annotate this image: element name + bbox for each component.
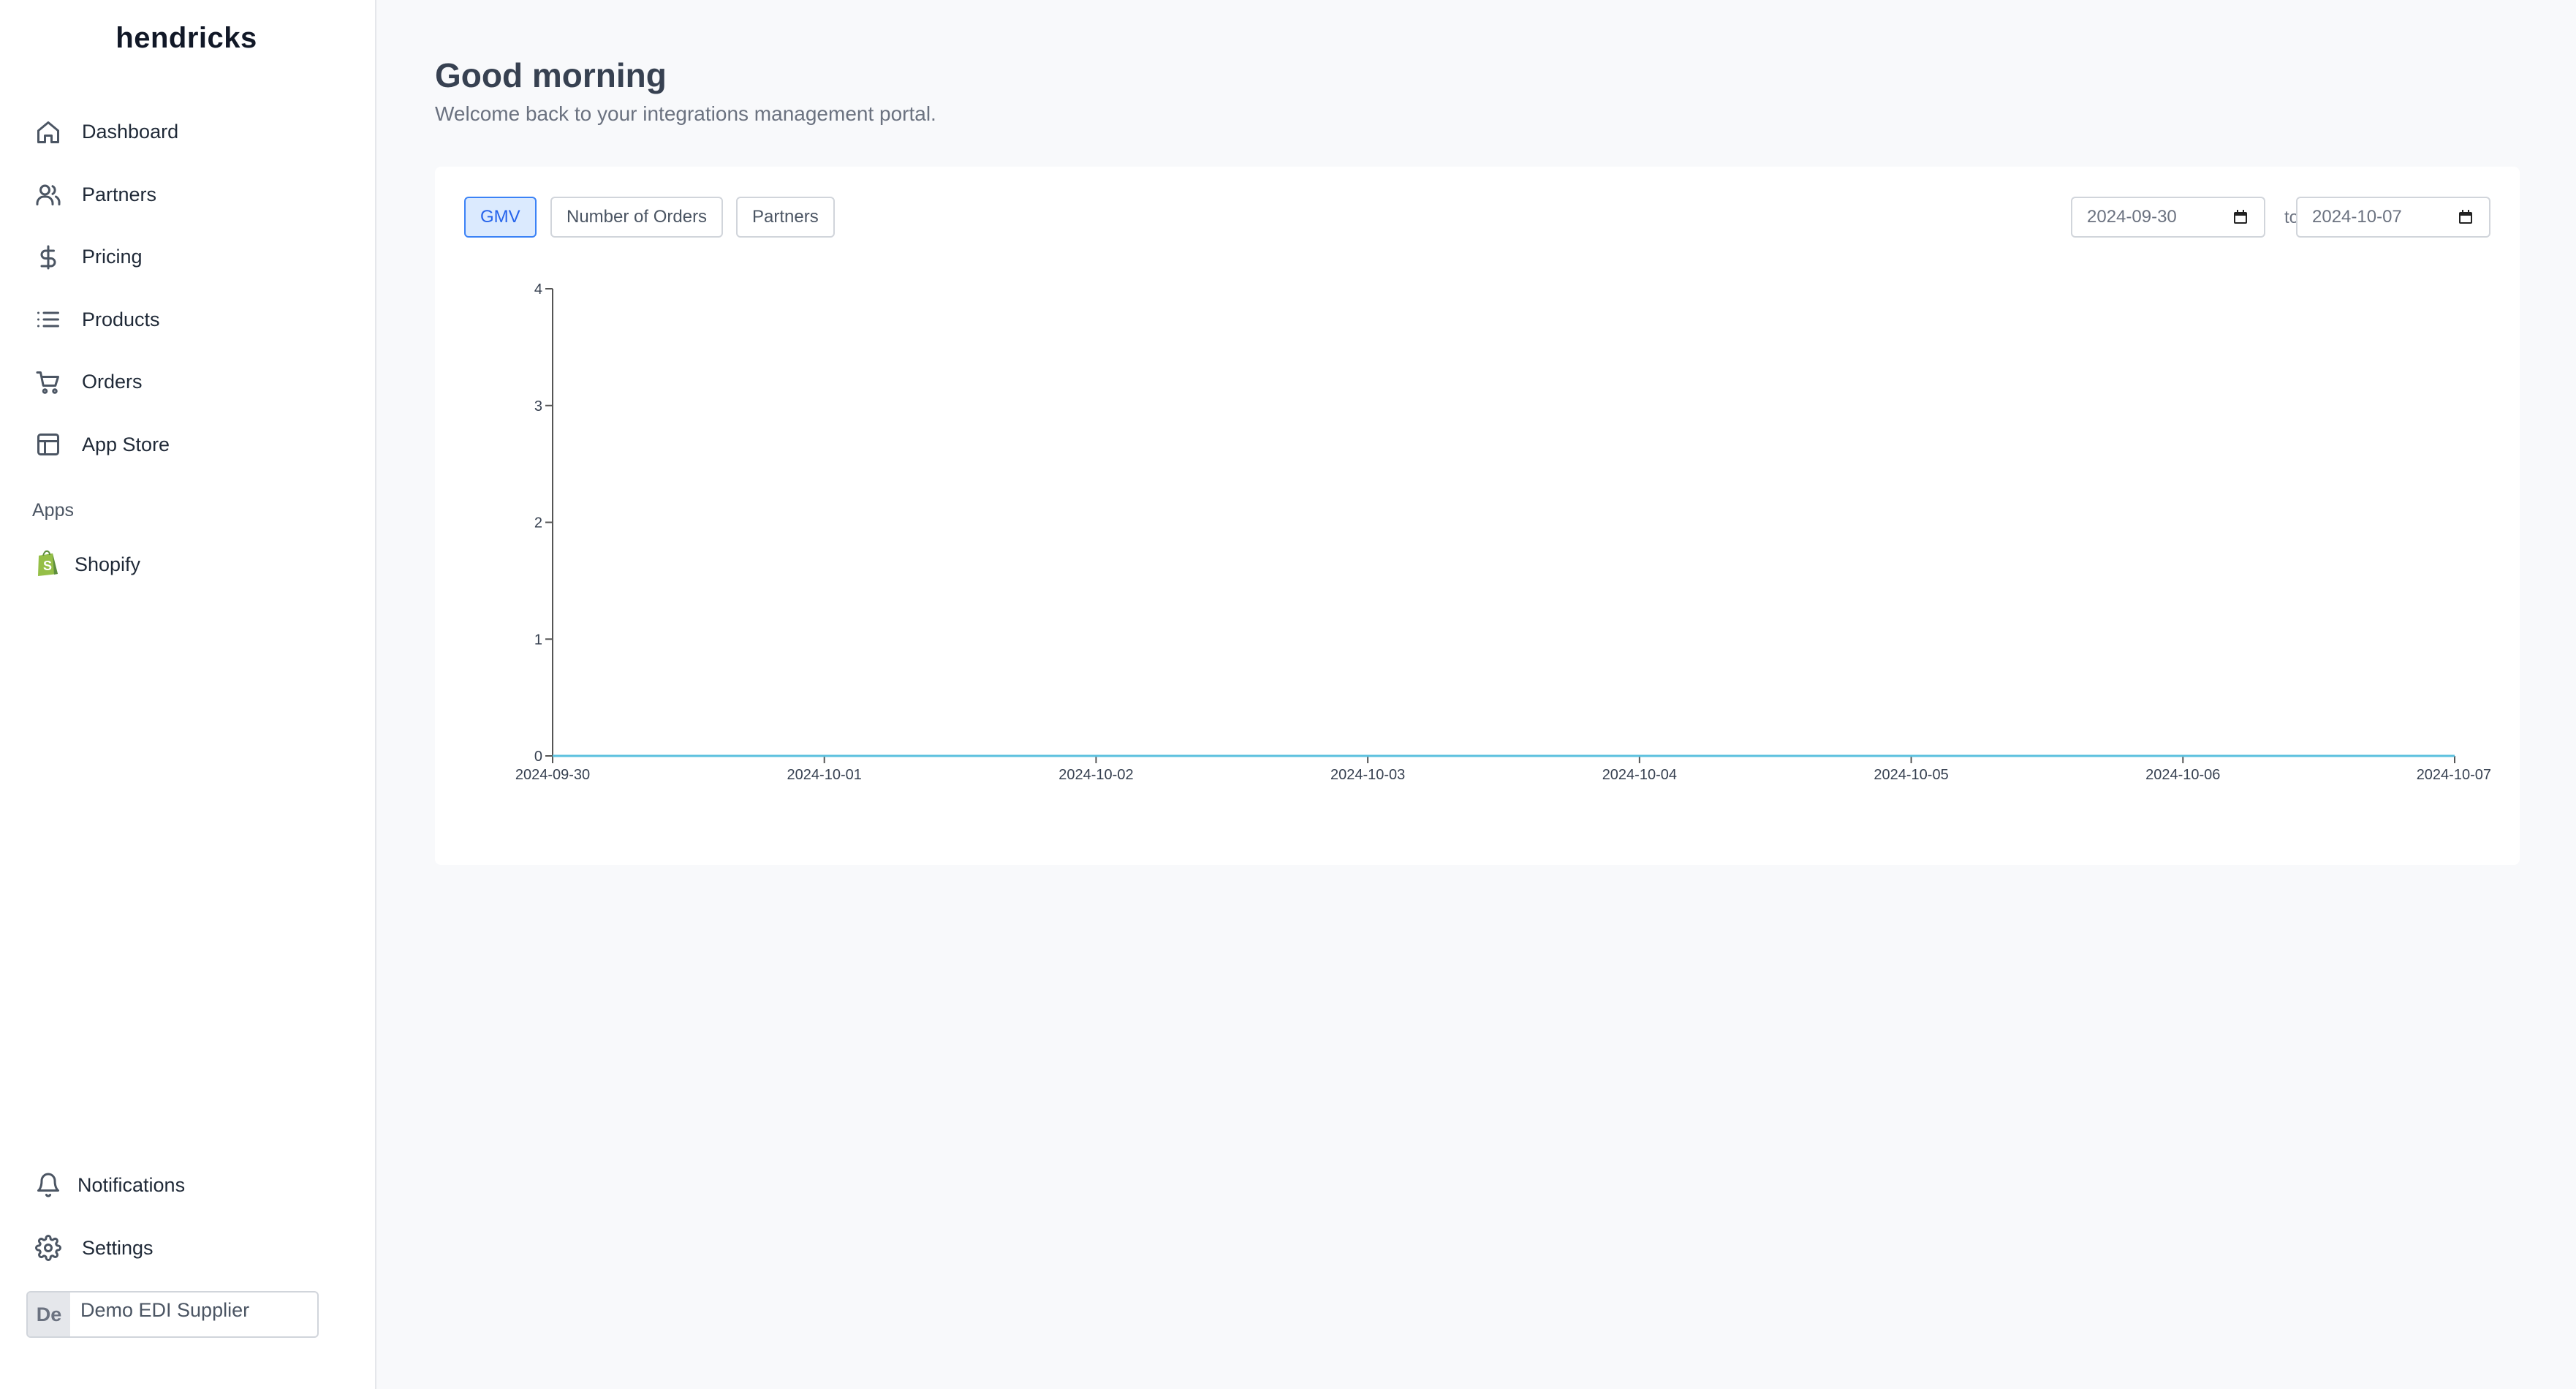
x-tick-label: 2024-10-07 bbox=[2417, 767, 2491, 783]
sidebar-item-settings[interactable]: Settings bbox=[32, 1216, 354, 1279]
sidebar-item-label: App Store bbox=[82, 433, 170, 455]
x-tick-label: 2024-10-04 bbox=[1602, 767, 1677, 783]
gmv-line-chart: 0 1 2 3 4 2024-09-30 2024-10-01 2024-10-02 2024-… bbox=[515, 281, 2491, 783]
gear-icon bbox=[32, 1232, 64, 1264]
sidebar-item-pricing[interactable]: Pricing bbox=[32, 226, 354, 289]
y-tick-label: 0 bbox=[534, 749, 542, 765]
supplier-selector[interactable]: De Demo EDI Supplier bbox=[26, 1291, 319, 1338]
page-subtitle: Welcome back to your integrations manage… bbox=[435, 102, 936, 125]
x-tick-label: 2024-10-01 bbox=[787, 767, 862, 783]
x-tick-label: 2024-10-06 bbox=[2145, 767, 2220, 783]
svg-text:S: S bbox=[43, 559, 52, 573]
cart-icon bbox=[32, 366, 64, 398]
sidebar-item-label: Settings bbox=[82, 1236, 154, 1259]
users-icon bbox=[32, 178, 64, 211]
sidebar-item-label: Dashboard bbox=[82, 121, 179, 143]
sidebar-item-notifications[interactable]: Notifications bbox=[32, 1154, 354, 1216]
sidebar-item-label: Orders bbox=[82, 371, 143, 393]
apps-section-title: Apps bbox=[32, 500, 74, 521]
sidebar-item-label: Notifications bbox=[77, 1173, 186, 1196]
x-tick-label: 2024-09-30 bbox=[515, 767, 590, 783]
sidebar-bottom-nav: Notifications Settings bbox=[32, 1154, 354, 1279]
y-tick-label: 3 bbox=[534, 398, 542, 415]
sidebar-item-partners[interactable]: Partners bbox=[32, 164, 354, 227]
sidebar-item-label: Products bbox=[82, 308, 160, 330]
sidebar-item-dashboard[interactable]: Dashboard bbox=[32, 101, 354, 164]
sidebar-item-products[interactable]: Products bbox=[32, 289, 354, 352]
x-tick-label: 2024-10-03 bbox=[1330, 767, 1405, 783]
y-tick-label: 1 bbox=[534, 632, 542, 648]
supplier-name: Demo EDI Supplier bbox=[80, 1298, 250, 1321]
sidebar-item-label: Partners bbox=[82, 183, 157, 205]
avatar: De bbox=[28, 1293, 70, 1336]
x-tick-label: 2024-10-05 bbox=[1874, 767, 1948, 783]
list-icon bbox=[32, 303, 64, 336]
sidebar: hendricks Dashboard Partners Pricing Pro… bbox=[0, 0, 376, 1389]
app-item-shopify[interactable]: S Shopify bbox=[35, 542, 140, 586]
sidebar-nav: Dashboard Partners Pricing Products Orde… bbox=[32, 101, 354, 476]
apps-list: S Shopify bbox=[35, 542, 140, 586]
dollar-icon bbox=[32, 241, 64, 273]
home-icon bbox=[32, 116, 64, 148]
app-item-label: Shopify bbox=[75, 553, 141, 575]
shopify-icon: S bbox=[35, 549, 75, 580]
y-tick-label: 2 bbox=[534, 515, 542, 531]
chart-card: GMV Number of Orders Partners 2024-09-30… bbox=[435, 167, 2520, 865]
sidebar-item-orders[interactable]: Orders bbox=[32, 351, 354, 414]
main-content: Good morning Welcome back to your integr… bbox=[376, 0, 2576, 1389]
bell-icon bbox=[32, 1169, 64, 1201]
layout-icon bbox=[32, 428, 64, 461]
sidebar-item-label: Pricing bbox=[82, 246, 143, 268]
app-root: hendricks Dashboard Partners Pricing Pro… bbox=[0, 0, 2576, 1389]
page-title: Good morning bbox=[435, 56, 667, 94]
brand-logo[interactable]: hendricks bbox=[0, 22, 373, 55]
x-tick-label: 2024-10-02 bbox=[1058, 767, 1133, 783]
sidebar-item-app-store[interactable]: App Store bbox=[32, 414, 354, 477]
y-tick-label: 4 bbox=[534, 281, 542, 298]
